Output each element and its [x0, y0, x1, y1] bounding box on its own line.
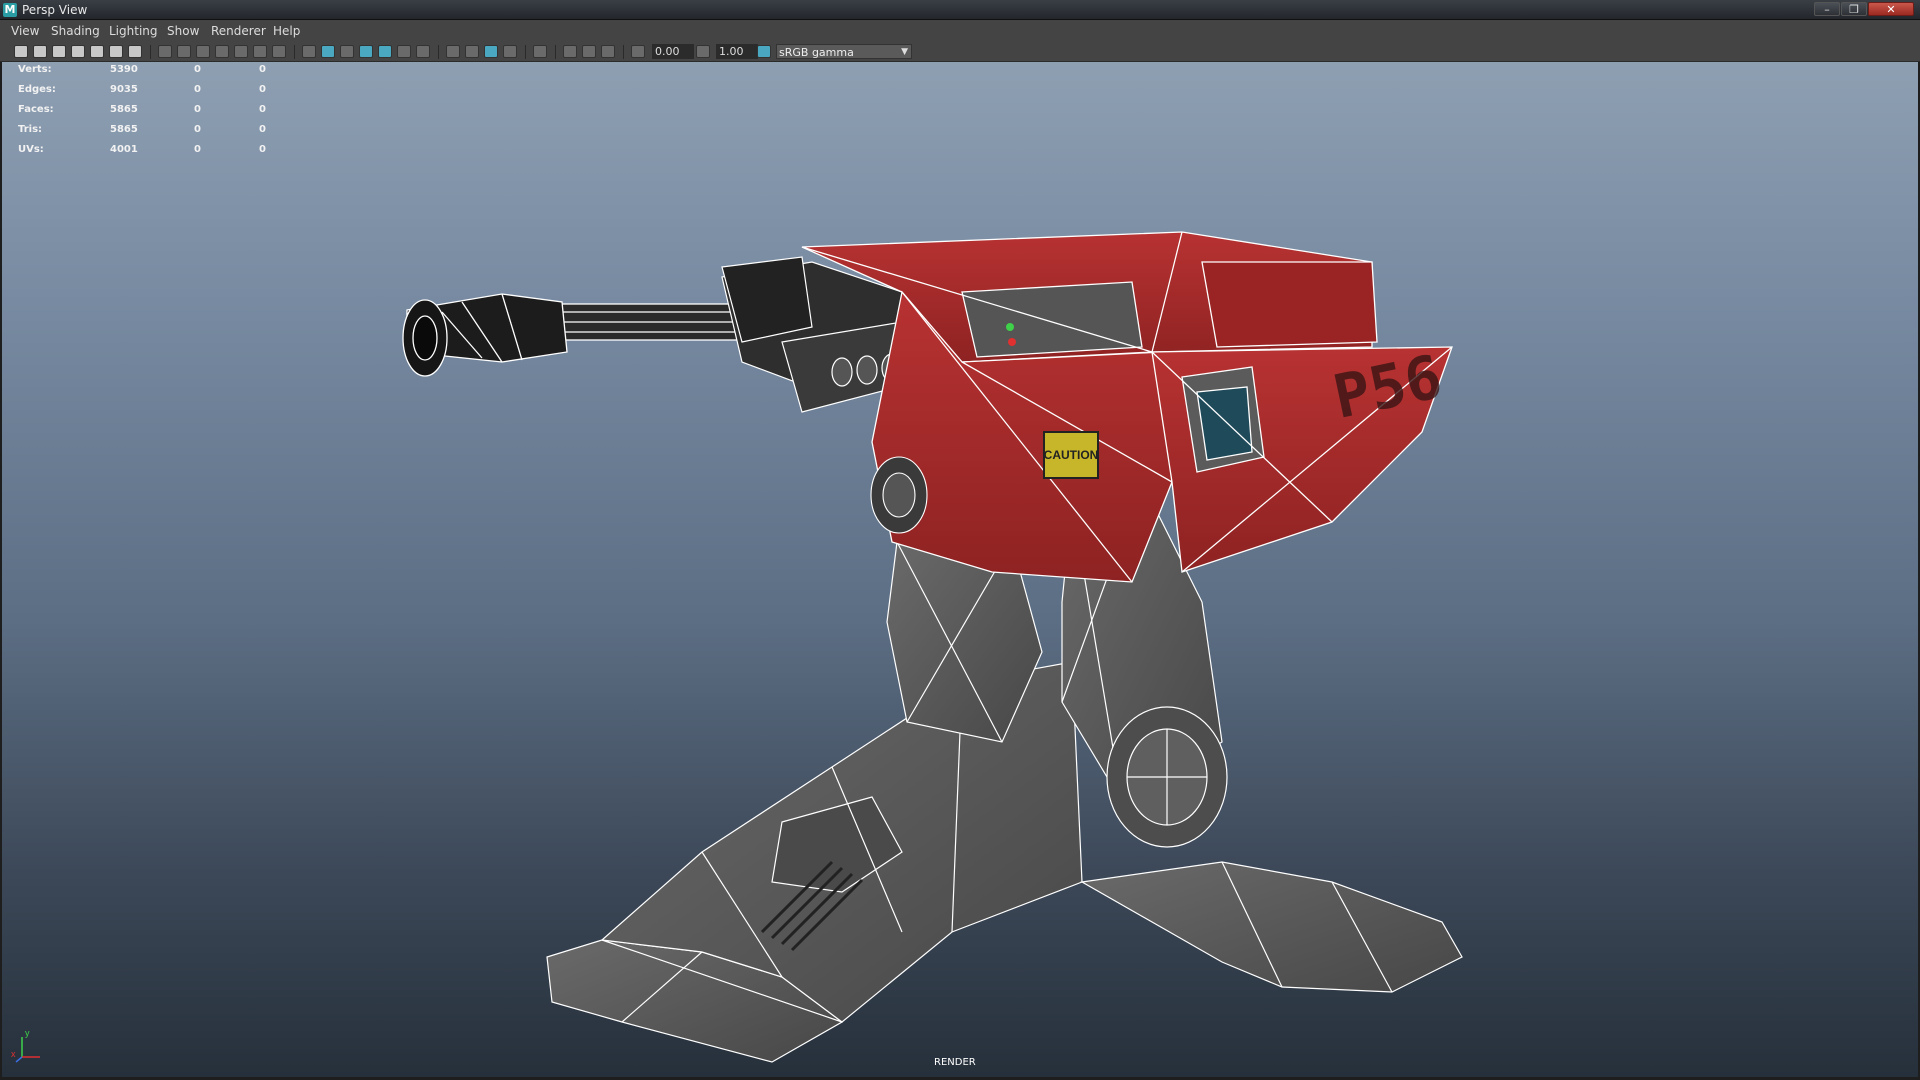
exposure-icon[interactable] — [631, 45, 645, 58]
smooth-shade-icon[interactable] — [321, 45, 335, 58]
gate-mask-icon[interactable] — [215, 45, 229, 58]
xray-icon[interactable] — [563, 45, 577, 58]
hud-label: Faces: — [18, 104, 54, 115]
hud-label: Tris: — [18, 124, 43, 135]
multisample-aa-icon[interactable] — [484, 45, 498, 58]
toolbar-separator — [150, 45, 151, 59]
motion-blur-icon[interactable] — [465, 45, 479, 58]
menu-view[interactable]: View — [11, 24, 39, 38]
caution-label: CAUTION — [1044, 448, 1099, 462]
title-bar: M Persp View – ❐ ✕ — [0, 0, 1920, 20]
toolbar-separator — [438, 45, 439, 59]
maximize-button[interactable]: ❐ — [1841, 2, 1867, 16]
hud-value: 5865 — [110, 104, 138, 115]
maximize-icon: ❐ — [1849, 3, 1859, 16]
wireframe-on-shaded-icon[interactable] — [359, 45, 373, 58]
hud-value: 9035 — [110, 84, 138, 95]
hud-value: 5390 — [110, 64, 138, 75]
toolbar-separator — [623, 45, 624, 59]
minimize-icon: – — [1824, 3, 1830, 16]
film-gate-icon[interactable] — [177, 45, 191, 58]
xray-active-icon[interactable] — [582, 45, 596, 58]
persp-viewport[interactable]: CAUTION P56 Verts: 5390 0 0 Edges: 9035 … — [2, 62, 1918, 1077]
toolbar-separator — [555, 45, 556, 59]
hud-label: UVs: — [18, 144, 44, 155]
panel-toolbar: 0.00 1.00 sRGB gamma ▼ — [0, 42, 1920, 62]
menu-renderer[interactable]: Renderer — [211, 24, 266, 38]
hud-value: 0 — [194, 84, 201, 95]
hud-value: 4001 — [110, 144, 138, 155]
bookmark-icon[interactable] — [52, 45, 66, 58]
field-chart-icon[interactable] — [234, 45, 248, 58]
hud-value: 0 — [194, 144, 201, 155]
view-transform-select[interactable]: sRGB gamma ▼ — [776, 44, 912, 59]
shadows-icon[interactable] — [416, 45, 430, 58]
safe-title-icon[interactable] — [272, 45, 286, 58]
axis-gizmo: y x — [11, 1028, 40, 1063]
app-icon: M — [3, 3, 17, 17]
safe-action-icon[interactable] — [253, 45, 267, 58]
camera-attributes-icon[interactable] — [33, 45, 47, 58]
turret-model: CAUTION P56 — [402, 231, 1463, 1063]
side-drum — [870, 456, 928, 534]
resolution-gate-icon[interactable] — [196, 45, 210, 58]
menu-shading[interactable]: Shading — [51, 24, 100, 38]
hud-value: 0 — [259, 144, 266, 155]
2d-pan-icon[interactable] — [90, 45, 104, 58]
red-light-icon — [1008, 338, 1016, 346]
depth-of-field-icon[interactable] — [503, 45, 517, 58]
hud-row-faces: Faces: 5865 0 0 — [18, 104, 278, 124]
window-title: Persp View — [22, 3, 88, 17]
menu-help[interactable]: Help — [273, 24, 300, 38]
toolbar-separator — [294, 45, 295, 59]
grid-icon[interactable] — [158, 45, 172, 58]
hud-row-uvs: UVs: 4001 0 0 — [18, 144, 278, 164]
hud-value: 5865 — [110, 124, 138, 135]
view-transform-value: sRGB gamma — [779, 46, 854, 59]
xray-joints-icon[interactable] — [601, 45, 615, 58]
textured-icon[interactable] — [378, 45, 392, 58]
gamma-field[interactable]: 1.00 — [716, 44, 758, 59]
close-button[interactable]: ✕ — [1868, 2, 1914, 16]
hip-joint — [1106, 706, 1228, 848]
viewport-footer-label: RENDER — [934, 1057, 976, 1068]
hud-row-verts: Verts: 5390 0 0 — [18, 64, 278, 84]
use-all-lights-icon[interactable] — [397, 45, 411, 58]
toolbar-separator — [525, 45, 526, 59]
minimize-button[interactable]: – — [1814, 2, 1840, 16]
exposure-field[interactable]: 0.00 — [652, 44, 694, 59]
hud-value: 0 — [259, 124, 266, 135]
hud-value: 0 — [259, 104, 266, 115]
default-material-icon[interactable] — [340, 45, 354, 58]
chevron-down-icon: ▼ — [901, 47, 908, 57]
gamma-icon[interactable] — [696, 45, 710, 58]
hud-row-edges: Edges: 9035 0 0 — [18, 84, 278, 104]
hud-label: Verts: — [18, 64, 52, 75]
hud-value: 0 — [194, 64, 201, 75]
hud-row-tris: Tris: 5865 0 0 — [18, 124, 278, 144]
hud-value: 0 — [194, 124, 201, 135]
menu-lighting[interactable]: Lighting — [109, 24, 158, 38]
hud-value: 0 — [259, 84, 266, 95]
isolate-select-icon[interactable] — [533, 45, 547, 58]
camera-icon[interactable] — [14, 45, 28, 58]
brush-icon[interactable] — [128, 45, 142, 58]
image-plane-icon[interactable] — [71, 45, 85, 58]
color-management-icon[interactable] — [757, 45, 771, 58]
menu-show[interactable]: Show — [167, 24, 199, 38]
hud-value: 0 — [194, 104, 201, 115]
screen-space-ao-icon[interactable] — [446, 45, 460, 58]
axis-x-label: x — [11, 1049, 16, 1059]
hud-value: 0 — [259, 64, 266, 75]
menu-bar: View Shading Lighting Show Renderer Help — [0, 20, 1920, 42]
close-icon: ✕ — [1886, 3, 1896, 16]
grease-pencil-icon[interactable] — [109, 45, 123, 58]
green-light-icon — [1006, 323, 1014, 331]
wireframe-icon[interactable] — [302, 45, 316, 58]
hud-label: Edges: — [18, 84, 56, 95]
axis-y-label: y — [25, 1028, 30, 1038]
